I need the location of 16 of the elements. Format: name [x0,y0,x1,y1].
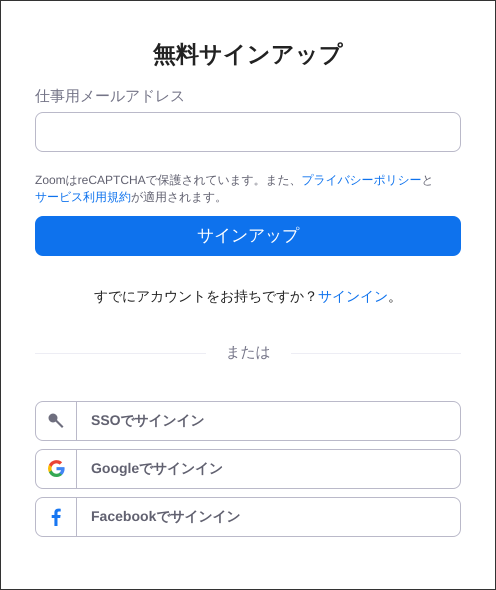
policy-link[interactable]: プライバシーポリシー [302,173,422,187]
divider-label: または [224,343,272,363]
provider-signin-button[interactable]: Googleでサインイン [35,448,461,488]
signin-link[interactable]: サインイン [318,288,388,304]
facebook-icon [51,508,61,526]
recaptcha-notice: ZoomはreCAPTCHAで保護されています。また、プライバシーポリシー と サービス利用規約が適用されます。 [35,172,435,206]
key-icon [47,412,65,430]
provider-signin-button[interactable]: SSOでサインイン [35,400,461,440]
google-icon [48,460,64,477]
field-label: 仕事用メールアドレス [35,87,186,107]
signin-prompt: すでにアカウントをお持ちですか？サインイン。 [93,287,403,306]
page-title: 無料サインアップ [152,40,344,69]
signup-button[interactable]: サインアップ [35,216,461,256]
policy-link[interactable]: サービス利用規約 [35,190,131,204]
provider-signin-button[interactable]: Facebookでサインイン [35,496,461,536]
email-input-field[interactable] [35,112,461,152]
